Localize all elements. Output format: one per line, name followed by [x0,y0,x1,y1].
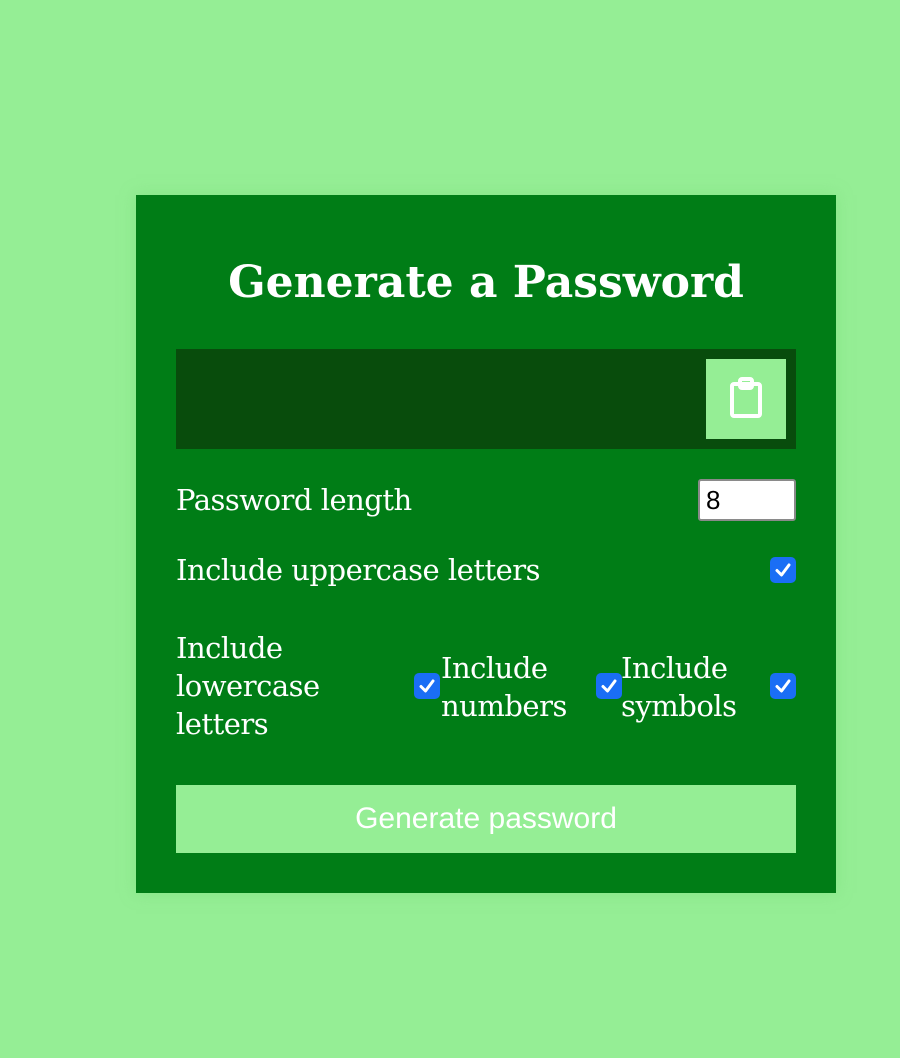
numbers-label-line2: numbers [441,689,567,723]
uppercase-label: Include uppercase letters [176,553,541,587]
symbols-checkbox[interactable] [770,673,796,699]
checkmark-icon [601,679,617,693]
lowercase-label-line3: letters [176,707,269,741]
clipboard-icon [729,376,763,422]
symbols-label-line1: Include [621,651,728,685]
checkmark-icon [419,679,435,693]
password-length-input[interactable] [698,479,796,521]
lowercase-checkbox[interactable] [414,673,440,699]
password-generator-card: Generate a Password Password length Incl… [136,195,836,893]
lowercase-label-line1: Include [176,631,283,665]
checkmark-icon [775,563,791,577]
lowercase-label-line2: lowercase [176,669,320,703]
password-length-label: Password length [176,483,412,517]
checkmark-icon [775,679,791,693]
page-title: Generate a Password [228,257,744,308]
numbers-checkbox[interactable] [596,673,622,699]
numbers-label-line1: Include [441,651,548,685]
password-result-box [176,349,796,449]
symbols-label: Include symbols [621,649,737,725]
symbols-label-line2: symbols [621,689,737,723]
uppercase-checkbox[interactable] [770,557,796,583]
numbers-label: Include numbers [441,649,567,725]
lowercase-label: Include lowercase letters [176,629,320,743]
copy-to-clipboard-button[interactable] [706,359,786,439]
generate-password-button[interactable]: Generate password [176,785,796,853]
